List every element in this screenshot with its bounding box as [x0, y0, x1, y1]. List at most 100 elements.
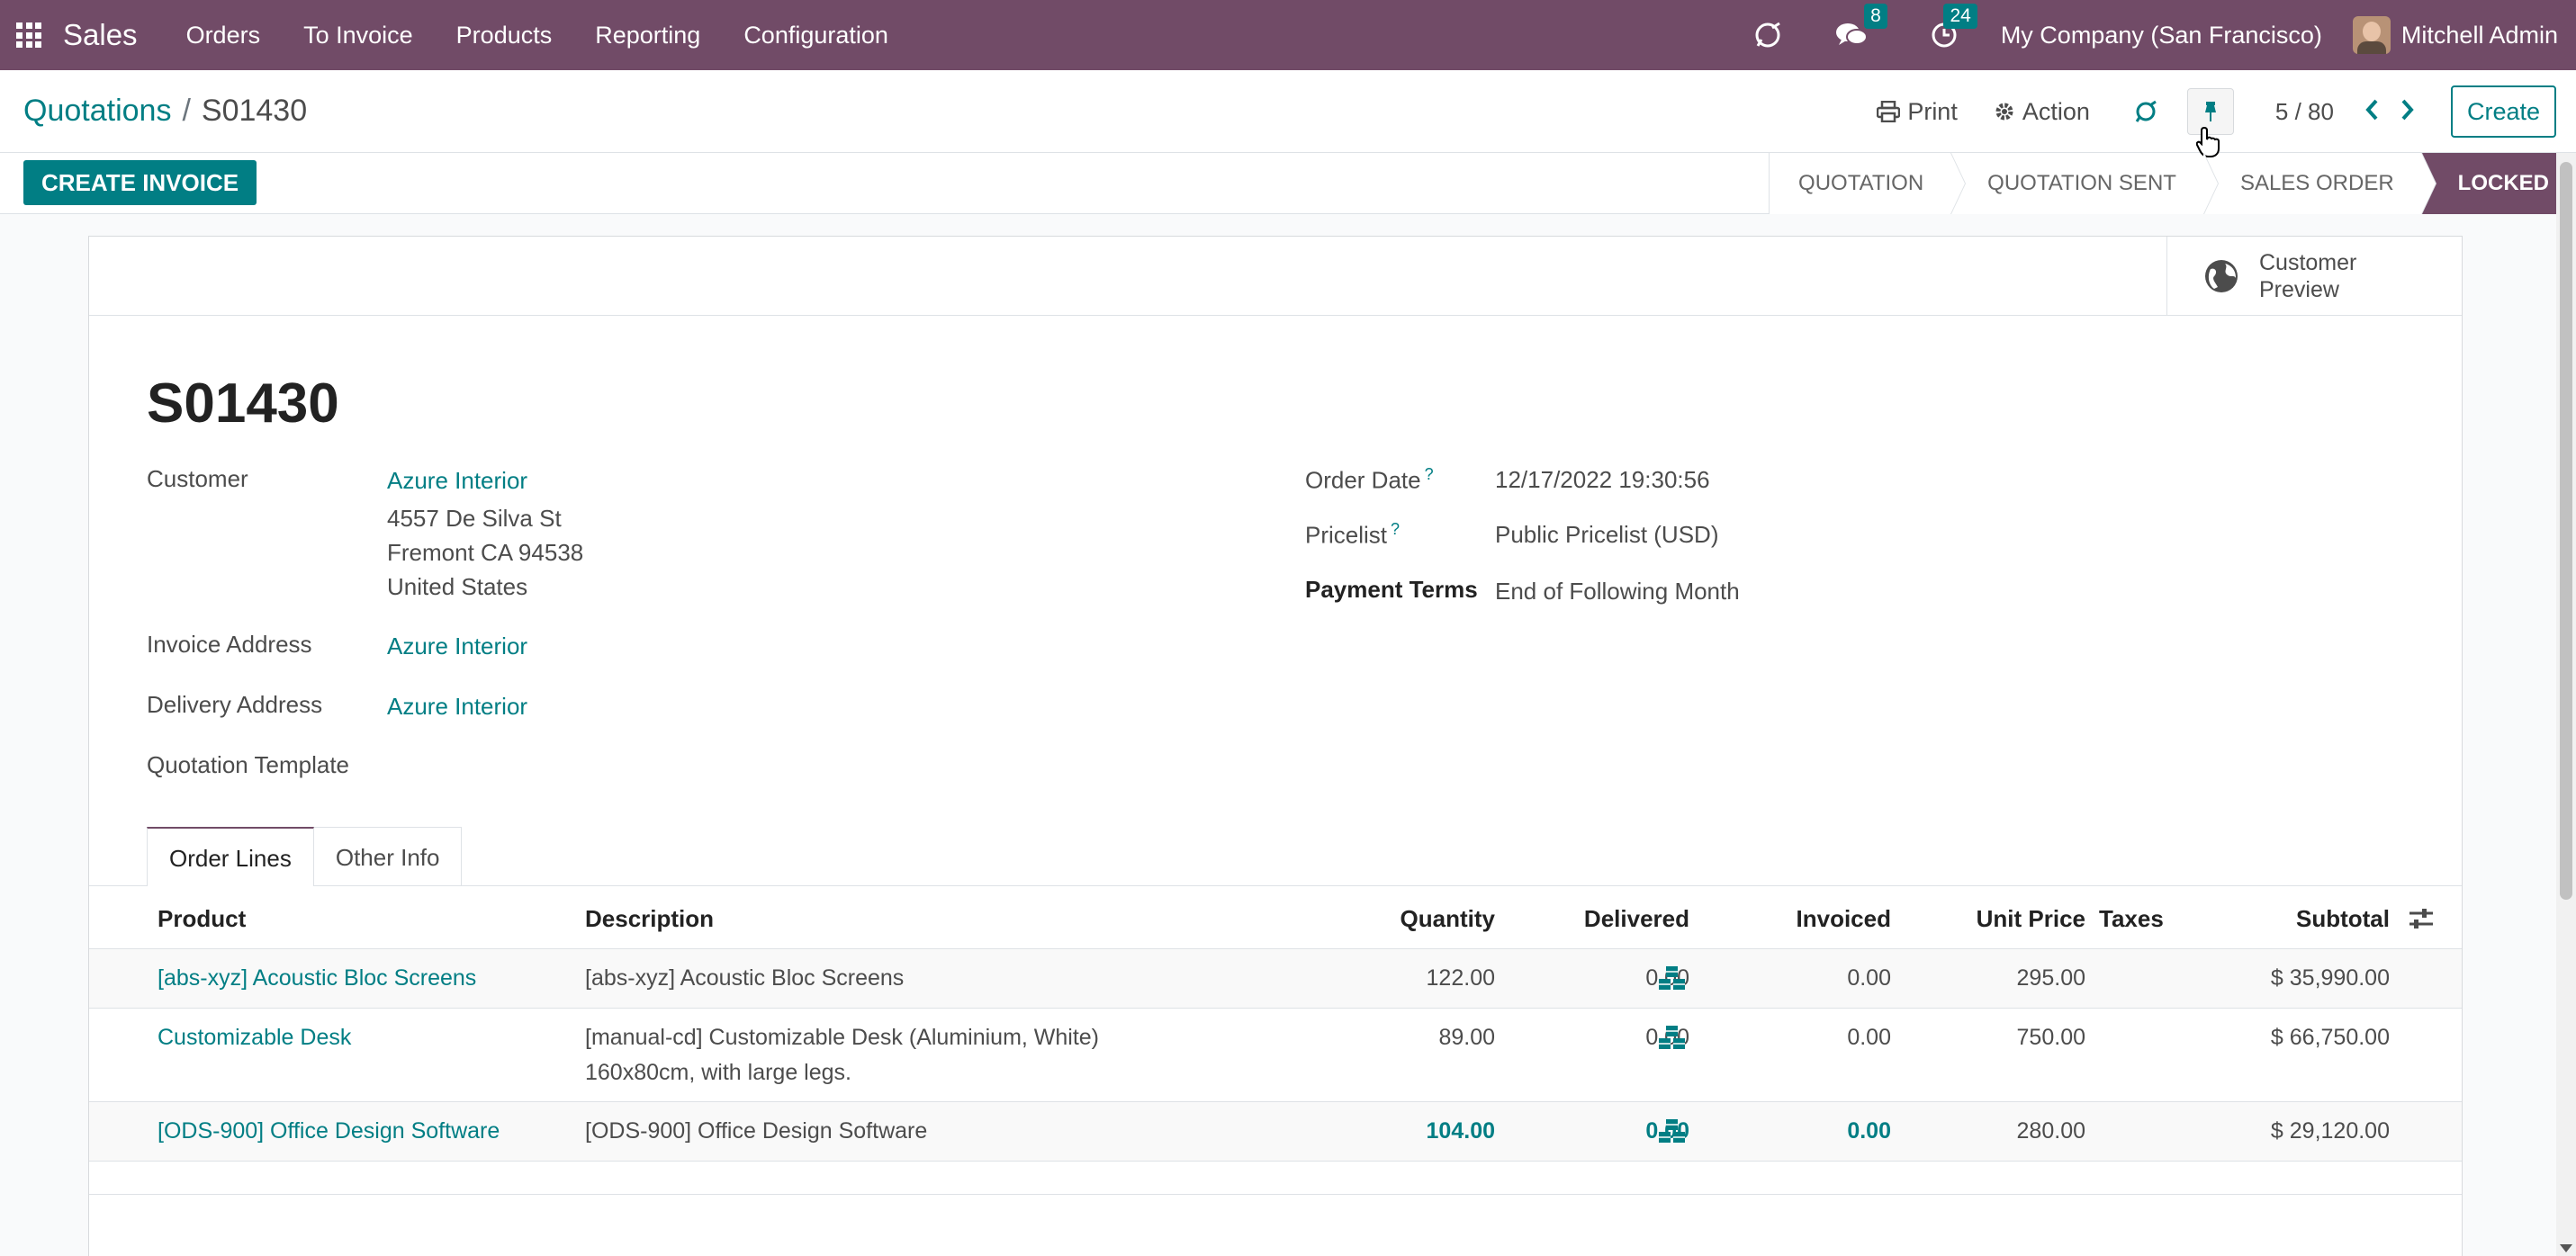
- customer-address-line1: 4557 De Silva St: [387, 505, 562, 532]
- status-stages: QUOTATION QUOTATION SENT SALES ORDER LOC…: [1769, 153, 2576, 214]
- row-unit-price[interactable]: 750.00: [2017, 1025, 2085, 1051]
- page-scrollbar[interactable]: [2556, 153, 2576, 1256]
- row-unit-price[interactable]: 280.00: [2017, 1118, 2085, 1144]
- col-description[interactable]: Description: [585, 905, 714, 933]
- col-quantity[interactable]: Quantity: [1401, 905, 1495, 933]
- user-avatar[interactable]: [2352, 16, 2391, 54]
- stage-quotation-sent[interactable]: QUOTATION SENT: [1950, 153, 2219, 214]
- breadcrumb-quotations-link[interactable]: Quotations: [23, 94, 171, 128]
- row-quantity[interactable]: 104.00: [1427, 1118, 1495, 1144]
- invoice-address-label: Invoice Address: [147, 631, 312, 658]
- customer-address-line3: United States: [387, 573, 528, 600]
- row-description[interactable]: [abs-xyz] Acoustic Bloc Screens: [585, 965, 904, 991]
- forecast-cubes-icon[interactable]: [1657, 1118, 1688, 1152]
- print-button[interactable]: Print: [1877, 98, 1958, 126]
- row-quantity[interactable]: 89.00: [1438, 1025, 1495, 1051]
- pin-icon: [2204, 102, 2216, 121]
- pricelist-help-icon[interactable]: ?: [1391, 520, 1400, 538]
- stage-locked[interactable]: LOCKED: [2420, 153, 2576, 214]
- forecast-cubes-icon[interactable]: [1657, 1025, 1688, 1058]
- col-unit-price[interactable]: Unit Price: [1977, 905, 2085, 933]
- optional-columns-icon[interactable]: [2408, 906, 2435, 938]
- row-description[interactable]: [manual-cd] Customizable Desk (Aluminium…: [585, 1025, 1099, 1051]
- menu-to-invoice[interactable]: To Invoice: [282, 22, 435, 49]
- create-invoice-button[interactable]: CREATE INVOICE: [23, 160, 257, 205]
- invoice-address-field[interactable]: Azure Interior: [387, 632, 527, 660]
- pager-next-icon[interactable]: [2400, 98, 2415, 126]
- order-date-field: 12/17/2022 19:30:56: [1495, 466, 1710, 493]
- row-subtotal: $ 35,990.00: [2270, 965, 2390, 991]
- row-description-line2[interactable]: 160x80cm, with large legs.: [585, 1060, 851, 1086]
- row-product[interactable]: [abs-xyz] Acoustic Bloc Screens: [158, 965, 476, 991]
- pricelist-label: Pricelist?: [1305, 520, 1400, 550]
- app-brand[interactable]: Sales: [63, 18, 138, 52]
- col-invoiced[interactable]: Invoiced: [1797, 905, 1891, 933]
- scrollbar-thumb[interactable]: [2560, 162, 2572, 900]
- customer-field[interactable]: Azure Interior: [387, 467, 527, 495]
- stage-quotation[interactable]: QUOTATION: [1769, 153, 1967, 214]
- row-subtotal: $ 66,750.00: [2270, 1025, 2390, 1050]
- breadcrumb-current: S01430: [201, 94, 308, 128]
- scroll-down-arrow-icon[interactable]: [2560, 1244, 2572, 1252]
- menu-products[interactable]: Products: [435, 22, 574, 49]
- tab-other-info[interactable]: Other Info: [312, 827, 463, 886]
- pager-previous-icon[interactable]: [2364, 98, 2379, 126]
- payment-terms-field: End of Following Month: [1495, 578, 1740, 605]
- col-subtotal[interactable]: Subtotal: [2296, 905, 2390, 933]
- stage-locked-label: LOCKED: [2457, 171, 2549, 195]
- row-product[interactable]: [ODS-900] Office Design Software: [158, 1118, 500, 1144]
- company-switcher[interactable]: My Company (San Francisco): [2001, 22, 2322, 49]
- statusbar: CREATE INVOICE QUOTATION QUOTATION SENT …: [0, 153, 2576, 214]
- menu-configuration[interactable]: Configuration: [722, 22, 910, 49]
- forecast-cubes-icon[interactable]: [1657, 965, 1688, 999]
- apps-menu-icon[interactable]: [16, 22, 41, 48]
- activities-clock-icon[interactable]: 24: [1931, 4, 1977, 49]
- gear-icon: [1995, 103, 2013, 121]
- table-footer-divider: [89, 1194, 2462, 1195]
- row-invoiced: 0.00: [1847, 1025, 1891, 1050]
- voip-phone-icon[interactable]: [1752, 20, 1783, 50]
- col-delivered[interactable]: Delivered: [1584, 905, 1689, 933]
- stage-sales-order[interactable]: SALES ORDER: [2202, 153, 2436, 214]
- messages-icon[interactable]: 8: [1835, 4, 1887, 49]
- discard-refresh-button[interactable]: [2133, 99, 2166, 124]
- delivery-address-field[interactable]: Azure Interior: [387, 693, 527, 721]
- action-button[interactable]: Action: [1994, 98, 2090, 126]
- menu-orders[interactable]: Orders: [165, 22, 283, 49]
- payment-terms-label: Payment Terms: [1305, 576, 1478, 603]
- row-subtotal: $ 29,120.00: [2270, 1118, 2390, 1144]
- pager-value[interactable]: 5 / 80: [2275, 98, 2334, 126]
- tab-order-lines[interactable]: Order Lines: [147, 827, 314, 886]
- breadcrumb: Quotations / S01430: [23, 94, 307, 129]
- order-lines-table: Product Description Quantity Delivered I…: [89, 886, 2462, 1195]
- main-menu: Orders To Invoice Products Reporting Con…: [165, 22, 910, 49]
- pricelist-field: Public Pricelist (USD): [1495, 521, 1719, 548]
- row-invoiced: 0.00: [1847, 1118, 1891, 1144]
- col-product[interactable]: Product: [158, 905, 246, 933]
- table-row[interactable]: Customizable Desk [manual-cd] Customizab…: [89, 1009, 2462, 1102]
- messages-badge: 8: [1864, 4, 1887, 29]
- stage-sales-order-label: SALES ORDER: [2239, 171, 2394, 195]
- top-navbar: Sales Orders To Invoice Products Reporti…: [0, 0, 2576, 70]
- refresh-icon: [2135, 100, 2157, 122]
- menu-reporting[interactable]: Reporting: [573, 22, 722, 49]
- table-row[interactable]: [ODS-900] Office Design Software [ODS-90…: [89, 1102, 2462, 1162]
- customer-preview-button[interactable]: Customer Preview: [2166, 237, 2462, 316]
- col-taxes[interactable]: Taxes: [2099, 905, 2164, 933]
- control-panel: Quotations / S01430 Print Action 5 / 80 Cr…: [0, 70, 2576, 153]
- order-date-help-icon[interactable]: ?: [1425, 465, 1434, 483]
- row-unit-price[interactable]: 295.00: [2017, 965, 2085, 991]
- customer-preview-label-1: Customer: [2259, 250, 2357, 275]
- user-menu[interactable]: Mitchell Admin: [2401, 22, 2558, 49]
- table-row[interactable]: [abs-xyz] Acoustic Bloc Screens [abs-xyz…: [89, 949, 2462, 1009]
- globe-icon: [2205, 260, 2238, 292]
- row-product[interactable]: Customizable Desk: [158, 1025, 351, 1051]
- order-date-label-text: Order Date: [1305, 466, 1421, 494]
- stage-quotation-sent-label: QUOTATION SENT: [1987, 171, 2176, 195]
- print-label: Print: [1907, 97, 1958, 125]
- delivery-address-label: Delivery Address: [147, 691, 323, 718]
- create-button[interactable]: Create: [2450, 85, 2556, 138]
- row-quantity[interactable]: 122.00: [1427, 965, 1495, 991]
- order-date-label: Order Date?: [1305, 465, 1434, 495]
- row-description[interactable]: [ODS-900] Office Design Software: [585, 1118, 927, 1144]
